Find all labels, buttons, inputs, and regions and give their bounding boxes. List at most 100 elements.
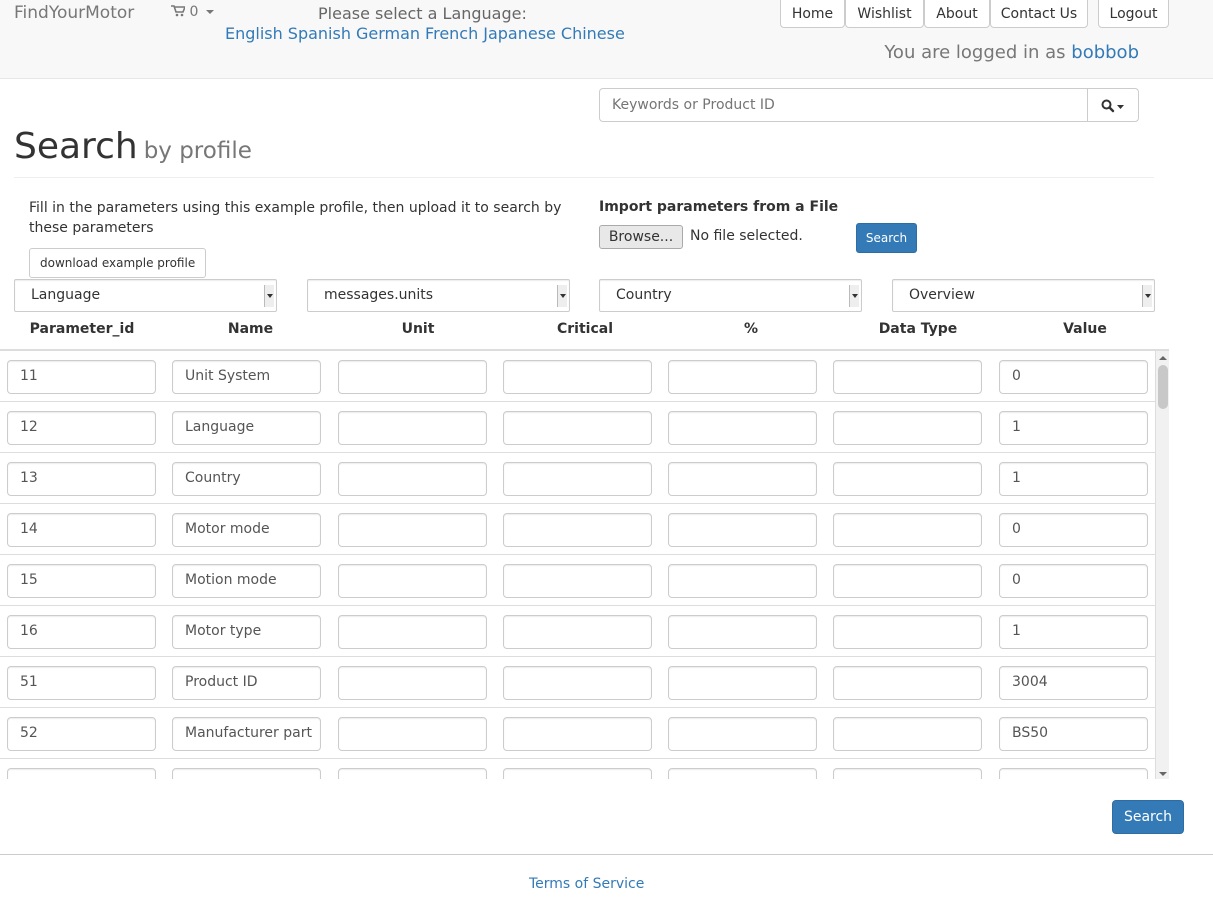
name-field[interactable]: Motor type (172, 615, 321, 649)
unit-field[interactable] (338, 462, 487, 496)
unit-field[interactable] (338, 768, 487, 779)
scrollbar-thumb[interactable] (1158, 365, 1168, 409)
critical-field[interactable] (503, 462, 652, 496)
terms-of-service-link[interactable]: Terms of Service (529, 876, 644, 892)
value-field[interactable]: 0 (999, 513, 1148, 547)
nav-contact-button[interactable]: Contact Us (990, 0, 1088, 28)
name-field[interactable]: Manufacturer part (172, 717, 321, 751)
parameter-id-field[interactable]: 14 (7, 513, 156, 547)
language-link-japanese[interactable]: Japanese (483, 24, 556, 43)
units-select[interactable]: messages.units (307, 279, 570, 312)
percent-field[interactable] (668, 564, 817, 598)
parameter-id-field[interactable]: 11 (7, 360, 156, 394)
upload-search-button[interactable]: Search (856, 223, 917, 253)
scroll-up-icon[interactable] (1158, 353, 1168, 363)
value-field[interactable]: 1 (999, 615, 1148, 649)
unit-field[interactable] (338, 717, 487, 751)
table-scrollbar[interactable] (1155, 351, 1169, 779)
data-type-field[interactable] (833, 717, 982, 751)
chevron-down-icon (205, 10, 214, 14)
language-link-chinese[interactable]: Chinese (561, 24, 625, 43)
data-type-field[interactable] (833, 564, 982, 598)
category-select[interactable]: Overview (892, 279, 1155, 312)
parameter-id-field[interactable]: 13 (7, 462, 156, 496)
chevron-down-icon (264, 285, 274, 307)
search-button[interactable]: Search (1112, 800, 1184, 834)
language-link-english[interactable]: English (225, 24, 283, 43)
data-type-field[interactable] (833, 666, 982, 700)
unit-field[interactable] (338, 615, 487, 649)
unit-field[interactable] (338, 513, 487, 547)
value-field[interactable]: BS50 (999, 717, 1148, 751)
percent-field[interactable] (668, 360, 817, 394)
brand-logo[interactable]: FindYourMotor (14, 3, 134, 23)
critical-field[interactable] (503, 615, 652, 649)
logout-button[interactable]: Logout (1098, 0, 1169, 28)
search-dropdown-button[interactable] (1087, 88, 1139, 122)
scroll-down-icon[interactable] (1158, 769, 1168, 779)
language-link-french[interactable]: French (425, 24, 478, 43)
language-select[interactable]: Language (14, 279, 277, 312)
percent-field[interactable] (668, 513, 817, 547)
critical-field[interactable] (503, 666, 652, 700)
language-link-spanish[interactable]: Spanish (288, 24, 351, 43)
critical-field[interactable] (503, 768, 652, 779)
unit-field[interactable] (338, 666, 487, 700)
parameter-id-field[interactable] (7, 768, 156, 779)
name-field[interactable]: Product ID (172, 666, 321, 700)
data-type-field[interactable] (833, 513, 982, 547)
percent-field[interactable] (668, 411, 817, 445)
data-type-field[interactable] (833, 615, 982, 649)
critical-field[interactable] (503, 411, 652, 445)
cart-count: 0 (189, 4, 199, 20)
name-field[interactable]: Country (172, 462, 321, 496)
search-input[interactable] (599, 88, 1088, 122)
unit-field[interactable] (338, 360, 487, 394)
value-field[interactable]: 0 (999, 360, 1148, 394)
value-field[interactable] (999, 768, 1148, 779)
parameter-id-field[interactable]: 51 (7, 666, 156, 700)
name-field[interactable]: Motion mode (172, 564, 321, 598)
nav-wishlist-button[interactable]: Wishlist (845, 0, 924, 28)
percent-field[interactable] (668, 462, 817, 496)
critical-field[interactable] (503, 564, 652, 598)
nav-about-button[interactable]: About (924, 0, 990, 28)
value-field[interactable]: 1 (999, 411, 1148, 445)
download-example-button[interactable]: download example profile (29, 248, 207, 278)
value-field[interactable]: 3004 (999, 666, 1148, 700)
language-link-german[interactable]: German (356, 24, 420, 43)
parameter-id-field[interactable]: 16 (7, 615, 156, 649)
name-field[interactable]: Unit System (172, 360, 321, 394)
table-row (0, 759, 1155, 779)
column-header-critical: Critical (556, 321, 613, 337)
country-select[interactable]: Country (599, 279, 862, 312)
critical-field[interactable] (503, 360, 652, 394)
parameter-id-field[interactable]: 52 (7, 717, 156, 751)
percent-field[interactable] (668, 717, 817, 751)
critical-field[interactable] (503, 513, 652, 547)
data-type-field[interactable] (833, 360, 982, 394)
table-row: 52 Manufacturer part BS50 (0, 708, 1155, 759)
name-field[interactable] (172, 768, 321, 779)
critical-field[interactable] (503, 717, 652, 751)
data-type-field[interactable] (833, 768, 982, 779)
percent-field[interactable] (668, 768, 817, 779)
data-type-field[interactable] (833, 411, 982, 445)
value-field[interactable]: 0 (999, 564, 1148, 598)
data-type-field[interactable] (833, 462, 982, 496)
nav-home-button[interactable]: Home (780, 0, 845, 28)
value-field[interactable]: 1 (999, 462, 1148, 496)
percent-field[interactable] (668, 666, 817, 700)
name-field[interactable]: Motor mode (172, 513, 321, 547)
parameter-id-field[interactable]: 15 (7, 564, 156, 598)
file-status: No file selected. (690, 228, 803, 244)
cart-dropdown[interactable]: 0 (171, 4, 214, 20)
username-link[interactable]: bobbob (1071, 42, 1139, 63)
parameter-id-field[interactable]: 12 (7, 411, 156, 445)
percent-field[interactable] (668, 615, 817, 649)
unit-field[interactable] (338, 564, 487, 598)
unit-field[interactable] (338, 411, 487, 445)
name-field[interactable]: Language (172, 411, 321, 445)
heading-divider (14, 177, 1154, 178)
browse-file-button[interactable]: Browse... (599, 225, 683, 249)
